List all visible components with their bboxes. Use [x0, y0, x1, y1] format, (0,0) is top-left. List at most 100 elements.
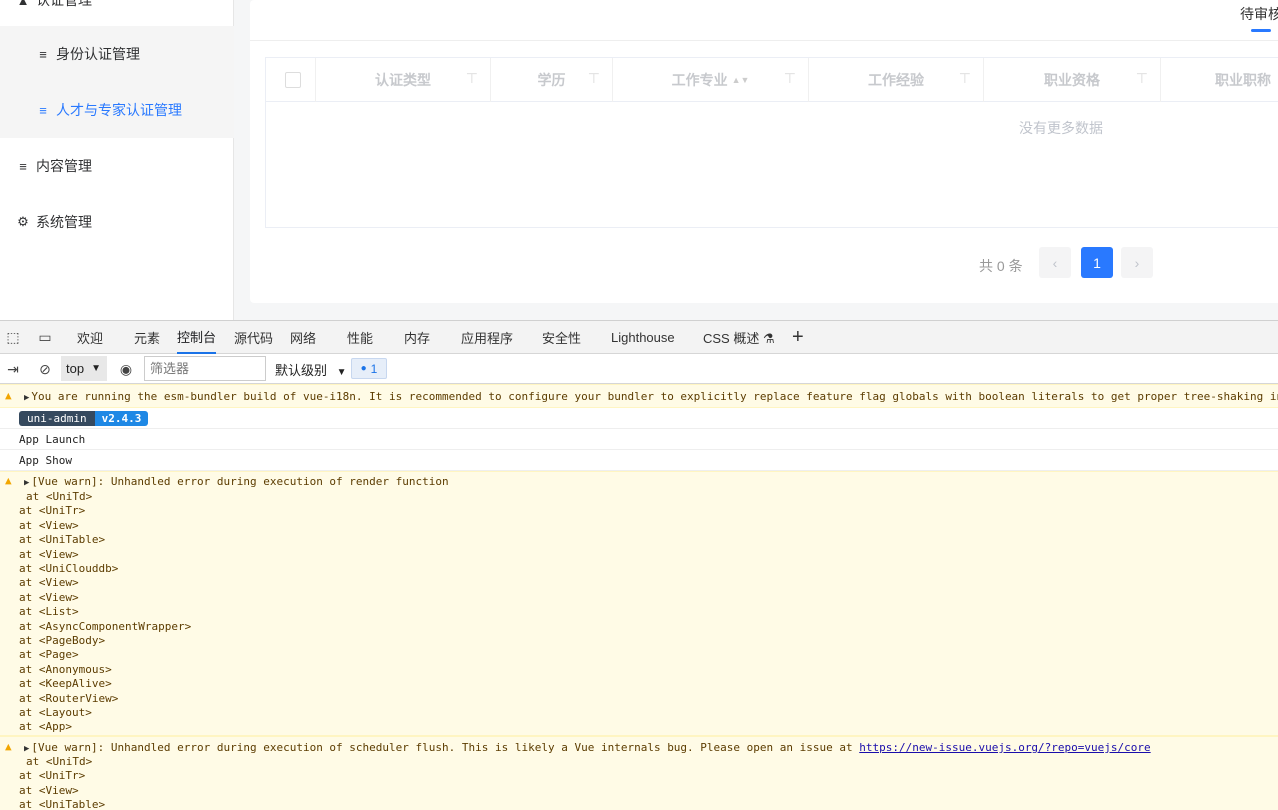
issue-link[interactable]: https://new-issue.vuejs.org/?repo=vuejs/…	[859, 741, 1150, 754]
stack-frame: at <UniTr>	[19, 769, 86, 783]
filter-input[interactable]	[144, 356, 266, 381]
tab-indicator	[1251, 29, 1271, 32]
badge-version: v2.4.3	[94, 411, 149, 426]
column-label: 职业资格	[1044, 72, 1100, 88]
level-value: 默认级别	[275, 363, 328, 378]
badge-name: uni-admin	[19, 411, 95, 426]
console-warning[interactable]: ▲ ▶ You are running the esm-bundler build…	[0, 384, 1278, 408]
stack-frame: at <View>	[19, 576, 79, 590]
menu-icon: ≡	[39, 102, 47, 118]
stack-frame: at <Layout>	[19, 706, 92, 719]
expand-icon[interactable]: ▶	[24, 742, 29, 756]
stack-frame: at <Page>	[19, 648, 79, 662]
sidebar-item-talent[interactable]: ≡ 人才与专家认证管理	[0, 82, 234, 138]
stack-frame: at <KeepAlive>	[19, 677, 112, 691]
tab-sources[interactable]: 源代码	[234, 321, 273, 354]
filter-icon[interactable]: ⊤	[588, 70, 600, 87]
sidebar-item-identity[interactable]: ≡ 身份认证管理	[0, 26, 234, 82]
sidebar-item-label: 内容管理	[36, 158, 92, 174]
expand-icon[interactable]: ▶	[24, 391, 29, 405]
console-warning[interactable]: ▲ ▶ [Vue warn]: Unhandled error during ex…	[0, 736, 1278, 810]
table-header-cell: 职业职称	[1161, 58, 1278, 102]
context-select[interactable]: top ▼	[61, 356, 107, 381]
warning-icon: ▲	[5, 474, 12, 487]
message-icon: ●	[360, 363, 367, 374]
sidebar-item-label: 系统管理	[36, 214, 92, 230]
prev-page-button[interactable]: ‹	[1039, 247, 1071, 278]
tab-network[interactable]: 网络	[290, 321, 316, 354]
message-text: ▶ [Vue warn]: Unhandled error during exec…	[24, 741, 1151, 755]
table-header: 认证类型 ⊤ 学历 ⊤ 工作专业 ▲▼ ⊤ 工作经验 ⊤ 职业资格 ⊤ 职业职称	[266, 58, 1278, 102]
sidebar-item-label: 认证管理	[36, 0, 92, 8]
devtools-tabbar: ⬚ ▭ 欢迎 元素 控制台 源代码 网络 性能 内存 应用程序 安全性 Ligh…	[0, 321, 1278, 354]
message-text: ▶ You are running the esm-bundler build o…	[24, 390, 1278, 404]
table-header-cell: 工作经验 ⊤	[809, 58, 984, 102]
stack-frame: at <UniTr>	[19, 504, 86, 518]
page-button[interactable]: 1	[1081, 247, 1113, 278]
table-header-cell: 工作专业 ▲▼ ⊤	[613, 58, 809, 102]
stack-frame: at <Anonymous>	[19, 662, 112, 676]
message-body: You are running the esm-bundler build of…	[31, 390, 1278, 403]
tab-memory[interactable]: 内存	[404, 321, 430, 354]
sidebar-toggle-icon[interactable]: ⇥	[5, 360, 21, 378]
sidebar-item-label: 人才与专家认证管理	[56, 102, 182, 118]
chevron-down-icon: ▼	[91, 363, 101, 374]
eye-icon[interactable]: ◉	[117, 360, 135, 378]
console-warning[interactable]: ▲ ▶ [Vue warn]: Unhandled error during ex…	[0, 471, 1278, 736]
tab-security[interactable]: 安全性	[542, 321, 581, 354]
sidebar-item-content[interactable]: ≡ 内容管理	[0, 138, 234, 194]
level-select[interactable]: 默认级别 ▼	[275, 360, 347, 379]
filter-icon[interactable]: ⊤	[784, 70, 796, 87]
inspect-icon[interactable]: ⬚	[4, 328, 22, 346]
context-value: top	[66, 361, 85, 376]
data-table: 认证类型 ⊤ 学历 ⊤ 工作专业 ▲▼ ⊤ 工作经验 ⊤ 职业资格 ⊤ 职业职称…	[265, 57, 1278, 228]
message-body: [Vue warn]: Unhandled error during execu…	[31, 475, 449, 488]
clear-console-icon[interactable]: ⊘	[36, 360, 54, 378]
sidebar-item-auth[interactable]: ▲ 认证管理	[0, 0, 234, 28]
sort-icon[interactable]: ▲▼	[732, 75, 750, 85]
issues-button[interactable]: ● 1	[351, 358, 387, 379]
console-toolbar: ⇥ ⊘ top ▼ ◉ 默认级别 ▼ ● 1	[0, 354, 1278, 384]
stack-frame: at <RouterView>	[19, 691, 119, 705]
tab-elements[interactable]: 元素	[134, 321, 160, 354]
tab-lighthouse[interactable]: Lighthouse	[611, 321, 675, 354]
table-header-cell: 认证类型 ⊤	[316, 58, 491, 102]
tab-css-overview[interactable]: CSS 概述 ⚗	[703, 321, 775, 354]
divider	[250, 40, 1278, 41]
sidebar-item-system[interactable]: ⚙ 系统管理	[0, 194, 234, 250]
empty-text: 没有更多数据	[1019, 120, 1103, 136]
tab-performance[interactable]: 性能	[347, 321, 373, 354]
table-header-cell: 学历 ⊤	[491, 58, 613, 102]
add-tab-icon[interactable]: +	[792, 321, 804, 354]
sidebar-item-label: 身份认证管理	[56, 46, 140, 62]
device-toggle-icon[interactable]: ▭	[36, 328, 54, 346]
tab-application[interactable]: 应用程序	[461, 321, 513, 354]
column-label: 认证类型	[375, 72, 431, 88]
main-panel: 待审核 认证类型 ⊤ 学历 ⊤ 工作专业 ▲▼ ⊤ 工作经验 ⊤ 职业资格 ⊤ …	[250, 0, 1278, 303]
tab-welcome[interactable]: 欢迎	[77, 321, 103, 354]
tab-pending[interactable]: 待审核	[1240, 4, 1278, 24]
stack-frame: at <View>	[19, 783, 79, 797]
select-all-checkbox[interactable]	[285, 72, 301, 88]
stack-frame: at <View>	[19, 518, 79, 532]
stack-frame: at <UniClouddb>	[19, 562, 119, 575]
tab-console[interactable]: 控制台	[177, 321, 217, 354]
filter-icon[interactable]: ⊤	[466, 70, 478, 87]
warning-icon: ▲	[5, 740, 12, 753]
pagination-total: 共 0 条	[979, 258, 1023, 274]
stack-frame: at <List>	[19, 605, 79, 619]
devtools-panel: ⬚ ▭ 欢迎 元素 控制台 源代码 网络 性能 内存 应用程序 安全性 Ligh…	[0, 320, 1278, 810]
chevron-down-icon: ▼	[336, 367, 347, 378]
menu-icon: ≡	[39, 46, 47, 62]
stack-frame: at <View>	[19, 590, 79, 604]
version-badge: uni-admin v2.4.3	[19, 411, 149, 426]
filter-icon[interactable]: ⊤	[1136, 70, 1148, 87]
stack-frame: at <UniTable>	[19, 798, 106, 810]
message-body: [Vue warn]: Unhandled error during execu…	[31, 741, 860, 754]
filter-icon[interactable]: ⊤	[959, 70, 971, 87]
console-output: ▲ ▶ You are running the esm-bundler build…	[0, 384, 1278, 810]
table-header-cell: 职业资格 ⊤	[984, 58, 1161, 102]
next-page-button[interactable]: ›	[1121, 247, 1153, 278]
expand-icon[interactable]: ▶	[24, 476, 29, 490]
sidebar: ▲ 认证管理 ≡ 身份认证管理 ≡ 人才与专家认证管理 ≡ 内容管理 ⚙ 系统管…	[0, 0, 234, 320]
